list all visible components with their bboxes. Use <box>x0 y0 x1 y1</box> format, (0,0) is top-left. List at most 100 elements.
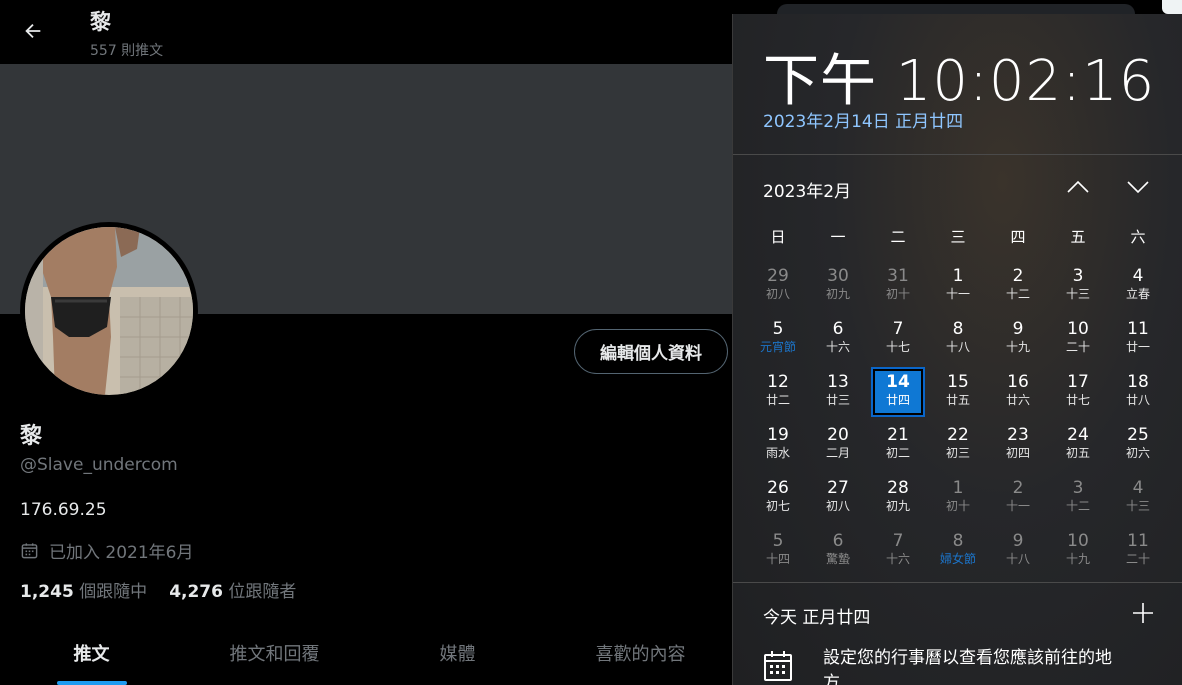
edit-profile-button[interactable]: 編輯個人資料 <box>574 329 728 374</box>
day-number: 24 <box>1067 425 1089 445</box>
calendar-day[interactable]: 20 二月 <box>808 419 868 472</box>
calendar-day[interactable]: 5 元宵節 <box>748 313 808 366</box>
header-profile-name: 黎 <box>90 10 111 34</box>
clock-calendar-flyout: 下午 10:02:16 2023年2月14日 正月廿四 2023年2月 日 一 … <box>732 14 1182 685</box>
tab-label: 喜歡的內容 <box>595 644 686 665</box>
avatar[interactable] <box>20 222 198 400</box>
tab-likes[interactable]: 喜歡的內容 <box>549 620 732 685</box>
calendar-day[interactable]: 8 婦女節 <box>928 525 988 578</box>
tab-tweets[interactable]: 推文 <box>0 620 183 685</box>
tab-media[interactable]: 媒體 <box>366 620 549 685</box>
calendar-icon <box>21 543 38 559</box>
lunar-date: 十六 <box>825 340 850 354</box>
full-date-link[interactable]: 2023年2月14日 正月廿四 <box>763 107 963 132</box>
calendar-day[interactable]: 28 初九 <box>868 472 928 525</box>
calendar-day[interactable]: 1 十一 <box>928 260 988 313</box>
calendar-day[interactable]: 2 十二 <box>988 260 1048 313</box>
calendar-day[interactable]: 8 十八 <box>928 313 988 366</box>
lunar-date: 元宵節 <box>759 340 796 354</box>
calendar-day[interactable]: 12 廿二 <box>748 366 808 419</box>
lunar-date: 廿五 <box>945 393 970 407</box>
calendar-day[interactable]: 23 初四 <box>988 419 1048 472</box>
lunar-date: 初九 <box>885 499 910 513</box>
calendar-day[interactable]: 9 十九 <box>988 313 1048 366</box>
calendar-day[interactable]: 11 廿一 <box>1108 313 1168 366</box>
calendar-day[interactable]: 6 十六 <box>808 313 868 366</box>
lunar-date: 十八 <box>945 340 970 354</box>
lunar-date: 十三 <box>1125 499 1150 513</box>
month-title[interactable]: 2023年2月 <box>763 177 851 202</box>
calendar-day[interactable]: 10 二十 <box>1048 313 1108 366</box>
calendar-day[interactable]: 13 廿三 <box>808 366 868 419</box>
calendar-day[interactable]: 1 初十 <box>928 472 988 525</box>
calendar-day-today[interactable]: 14 廿四 <box>868 366 928 419</box>
following-link[interactable]: 1,245 個跟隨中 <box>20 577 147 602</box>
calendar-day[interactable]: 3 十二 <box>1048 472 1108 525</box>
day-number: 21 <box>887 425 909 445</box>
day-number: 7 <box>892 531 904 551</box>
lunar-date: 廿四 <box>885 393 910 407</box>
next-month-button[interactable] <box>1123 174 1153 200</box>
lunar-date: 二月 <box>825 446 850 460</box>
day-number: 6 <box>832 319 844 339</box>
back-button[interactable] <box>14 12 52 50</box>
day-number: 19 <box>767 425 789 445</box>
calendar-day[interactable]: 30 初九 <box>808 260 868 313</box>
lunar-date: 初九 <box>825 287 850 301</box>
followers-link[interactable]: 4,276 位跟隨者 <box>169 577 296 602</box>
calendar-day[interactable]: 22 初三 <box>928 419 988 472</box>
lunar-date: 初六 <box>1125 446 1150 460</box>
calendar-day[interactable]: 24 初五 <box>1048 419 1108 472</box>
calendar-day[interactable]: 2 十一 <box>988 472 1048 525</box>
lunar-date: 廿七 <box>1065 393 1090 407</box>
tab-label: 推文 <box>73 644 110 665</box>
calendar-day[interactable]: 7 十七 <box>868 313 928 366</box>
plus-icon <box>1133 603 1153 623</box>
calendar-day[interactable]: 18 廿八 <box>1108 366 1168 419</box>
day-number: 11 <box>1127 319 1149 339</box>
profile-top-bar: 黎 557 則推文 <box>0 0 732 64</box>
weekday-label: 六 <box>1130 228 1146 246</box>
calendar-setup-prompt[interactable]: 設定您的行事曆以查看您應該前往的地方 <box>823 646 1123 685</box>
lunar-date: 十四 <box>765 552 790 566</box>
profile-name: 黎 <box>20 424 43 449</box>
calendar-day[interactable]: 5 十四 <box>748 525 808 578</box>
lunar-date: 十二 <box>1065 499 1090 513</box>
calendar-day[interactable]: 25 初六 <box>1108 419 1168 472</box>
calendar-day[interactable]: 4 立春 <box>1108 260 1168 313</box>
add-event-button[interactable] <box>1129 599 1157 627</box>
calendar-day[interactable]: 15 廿五 <box>928 366 988 419</box>
calendar-day[interactable]: 11 二十 <box>1108 525 1168 578</box>
calendar-day[interactable]: 29 初八 <box>748 260 808 313</box>
lunar-date: 初四 <box>1005 446 1030 460</box>
tab-tweets-and-replies[interactable]: 推文和回覆 <box>183 620 366 685</box>
lunar-date: 廿六 <box>1005 393 1030 407</box>
calendar-day[interactable]: 16 廿六 <box>988 366 1048 419</box>
lunar-date: 立春 <box>1125 287 1150 301</box>
lunar-date: 十九 <box>1065 552 1090 566</box>
chevron-up-icon <box>1067 180 1089 193</box>
calendar-day[interactable]: 21 初二 <box>868 419 928 472</box>
calendar-day[interactable]: 10 十九 <box>1048 525 1108 578</box>
lunar-date: 十一 <box>1005 499 1030 513</box>
previous-month-button[interactable] <box>1063 174 1093 200</box>
calendar-day[interactable]: 17 廿七 <box>1048 366 1108 419</box>
calendar-day[interactable]: 6 驚蟄 <box>808 525 868 578</box>
profile-bio: 176.69.25 <box>20 500 107 520</box>
day-number: 14 <box>886 372 910 392</box>
lunar-date: 二十 <box>1125 552 1150 566</box>
calendar-day[interactable]: 7 十六 <box>868 525 928 578</box>
calendar-day[interactable]: 4 十三 <box>1108 472 1168 525</box>
lunar-date: 初十 <box>945 499 970 513</box>
calendar-day[interactable]: 9 十八 <box>988 525 1048 578</box>
calendar-day[interactable]: 3 十三 <box>1048 260 1108 313</box>
calendar-day[interactable]: 19 雨水 <box>748 419 808 472</box>
calendar-day[interactable]: 26 初七 <box>748 472 808 525</box>
lunar-date: 廿三 <box>825 393 850 407</box>
day-number: 27 <box>827 478 849 498</box>
lunar-date: 婦女節 <box>939 552 976 566</box>
calendar-day[interactable]: 27 初八 <box>808 472 868 525</box>
corner-button[interactable] <box>1162 0 1182 14</box>
day-number: 4 <box>1132 266 1144 286</box>
calendar-day[interactable]: 31 初十 <box>868 260 928 313</box>
